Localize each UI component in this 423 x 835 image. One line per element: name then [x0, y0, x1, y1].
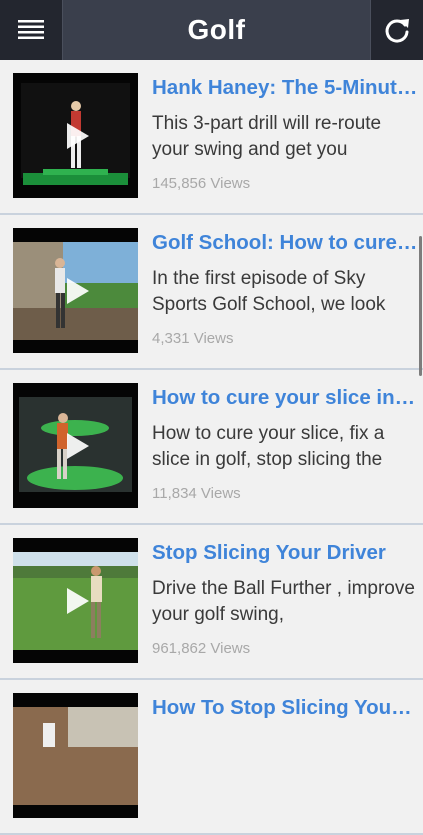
video-description [152, 731, 418, 783]
video-title[interactable]: Stop Slicing Your Driver [152, 540, 418, 566]
video-title[interactable]: How to cure your slice in golf [152, 385, 418, 411]
video-thumbnail[interactable] [13, 228, 138, 353]
page-title: Golf [187, 14, 246, 45]
video-title[interactable]: How To Stop Slicing Your Driver [152, 695, 418, 721]
video-views: 4,331 Views [152, 330, 234, 347]
video-list: Hank Haney: The 5-Minute Golf Lesson Thi… [0, 60, 423, 835]
video-description: This 3-part drill will re-route your swi… [152, 113, 382, 160]
video-thumbnail[interactable] [13, 693, 138, 818]
scrollbar[interactable] [419, 236, 422, 376]
video-description: How to cure your slice, fix a slice in g… [152, 423, 385, 470]
refresh-icon [385, 19, 409, 43]
video-description: In the first episode of Sky Sports Golf … [152, 268, 386, 315]
video-item[interactable]: How To Stop Slicing Your Driver [0, 680, 423, 835]
video-description: Drive the Ball Further , improve your go… [152, 578, 415, 625]
video-thumbnail[interactable] [13, 383, 138, 508]
video-thumbnail[interactable] [13, 538, 138, 663]
refresh-button[interactable] [370, 0, 423, 60]
video-views: 11,834 Views [152, 485, 241, 502]
video-views: 145,856 Views [152, 175, 251, 192]
video-item[interactable]: Stop Slicing Your Driver Drive the Ball … [0, 525, 423, 680]
video-title[interactable]: Hank Haney: The 5-Minute Golf Lesson [152, 75, 418, 101]
video-item[interactable]: Golf School: How to cure a slice In the … [0, 215, 423, 370]
menu-button[interactable] [0, 0, 63, 60]
menu-icon [18, 20, 44, 39]
video-item[interactable]: Hank Haney: The 5-Minute Golf Lesson Thi… [0, 60, 423, 215]
video-item[interactable]: How to cure your slice in golf How to cu… [0, 370, 423, 525]
video-title[interactable]: Golf School: How to cure a slice [152, 230, 418, 256]
video-views: 961,862 Views [152, 640, 251, 657]
video-thumbnail[interactable] [13, 73, 138, 198]
top-bar: Golf [0, 0, 423, 61]
